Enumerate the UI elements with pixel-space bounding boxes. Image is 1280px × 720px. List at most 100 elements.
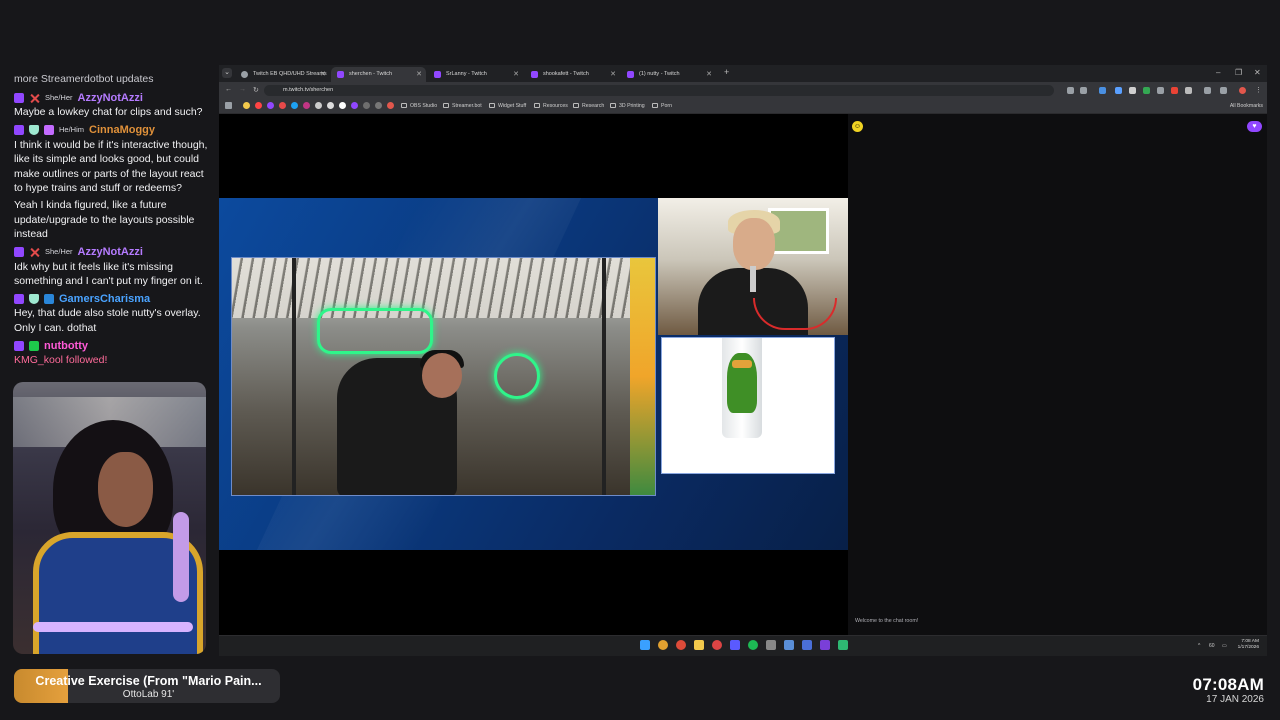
- bookmark-favicon-icon[interactable]: [255, 102, 262, 109]
- back-arrow-icon[interactable]: ←: [225, 86, 232, 93]
- extension-icon[interactable]: [1185, 87, 1192, 94]
- tab-twitch-eb-streams[interactable]: Twitch EB QHD/UHD Streams ✕: [235, 67, 330, 82]
- url-text: m.twitch.tv/sherchen: [283, 87, 334, 93]
- stream-video-player[interactable]: [219, 114, 848, 635]
- app-icon[interactable]: [820, 640, 830, 650]
- twitch-icon: [627, 71, 634, 78]
- twitch-badge-icon: [14, 247, 24, 258]
- bookmark-favicon-icon[interactable]: [267, 102, 274, 109]
- close-icon[interactable]: ✕: [513, 67, 519, 82]
- extension-icon[interactable]: [1143, 87, 1150, 94]
- streamer-webcam: [13, 382, 206, 654]
- neon-sign: [494, 353, 540, 399]
- url-input[interactable]: m.twitch.tv/sherchen: [264, 85, 1054, 96]
- close-icon[interactable]: ✕: [320, 67, 326, 82]
- bookmark-folder-resources[interactable]: Resources: [534, 99, 568, 113]
- pronoun-tag: She/Her: [45, 92, 73, 102]
- app-icon[interactable]: [766, 640, 776, 650]
- tab-srlanny[interactable]: SrLanny - Twitch ✕: [428, 67, 523, 82]
- bookmark-favicon-icon[interactable]: [315, 102, 322, 109]
- cast-icon[interactable]: [1067, 87, 1074, 94]
- address-toolbar: ← → ↻ m.twitch.tv/sherchen ⋮: [219, 82, 1267, 99]
- shield-badge-icon: [29, 293, 39, 304]
- globe-icon: [241, 71, 248, 78]
- chat-message: She/Her AzzyNotAzzi Maybe a lowkey chat …: [14, 90, 214, 119]
- minimize-button[interactable]: –: [1216, 68, 1220, 77]
- spotify-icon[interactable]: [748, 640, 758, 650]
- neon-sign: [317, 308, 433, 354]
- gift-badge-icon: [44, 125, 54, 136]
- overlay-chat: more Streamerdotbot updates She/Her Azzy…: [14, 72, 214, 371]
- overlay-clock: 07:08AM 17 JAN 2026: [1193, 675, 1264, 705]
- apps-grid-icon[interactable]: [225, 102, 232, 109]
- bookmark-favicon-icon[interactable]: [279, 102, 286, 109]
- app-icon[interactable]: [838, 640, 848, 650]
- taskbar-date: 1/17/2026: [1237, 645, 1259, 650]
- bookmark-star-icon[interactable]: [243, 102, 250, 109]
- bookmark-favicon-icon[interactable]: [327, 102, 334, 109]
- windows-start-icon[interactable]: [640, 640, 650, 650]
- app-icon[interactable]: [730, 640, 740, 650]
- bookmark-folder-porn[interactable]: Porn: [652, 99, 672, 113]
- volume-level[interactable]: 60: [1209, 636, 1215, 656]
- bookmark-favicon-icon[interactable]: [351, 102, 358, 109]
- file-explorer-icon[interactable]: [694, 640, 704, 650]
- close-icon[interactable]: ✕: [706, 67, 712, 82]
- tab-search-button[interactable]: ⌄: [222, 68, 232, 78]
- chat-message: She/Her AzzyNotAzzi Idk why but it feels…: [14, 245, 214, 289]
- extension-icon[interactable]: [1171, 87, 1178, 94]
- forward-arrow-icon[interactable]: →: [239, 86, 246, 93]
- new-tab-button[interactable]: +: [724, 67, 729, 77]
- chat-header-text: more Streamerdotbot updates: [14, 73, 154, 85]
- reload-icon[interactable]: ↻: [253, 86, 259, 94]
- chrome-icon[interactable]: [658, 640, 668, 650]
- close-icon[interactable]: ✕: [610, 67, 616, 82]
- bookmark-favicon-icon[interactable]: [303, 102, 310, 109]
- bookmark-favicon-icon[interactable]: [339, 102, 346, 109]
- extension-icon[interactable]: [1129, 87, 1136, 94]
- close-icon[interactable]: ✕: [416, 67, 422, 82]
- shield-badge-icon: [29, 125, 39, 136]
- bookmark-favicon-icon[interactable]: [375, 102, 382, 109]
- bookmark-favicon-icon[interactable]: [291, 102, 298, 109]
- bookmark-folder-3d-printing[interactable]: 3D Printing: [610, 99, 645, 113]
- tab-sherchen[interactable]: sherchen - Twitch ✕: [331, 67, 426, 82]
- app-icon[interactable]: [712, 640, 722, 650]
- tab-shookafett[interactable]: shookafett - Twitch ✕: [525, 67, 620, 82]
- chat-username: AzzyNotAzzi: [77, 91, 143, 104]
- chat-message: He/Him CinnaMoggy I think it would be if…: [14, 123, 214, 196]
- now-playing-title: Creative Exercise (From "Mario Pain...: [35, 674, 262, 688]
- bookmark-folder-streamerbot[interactable]: Streamer.bot: [443, 99, 482, 113]
- sidebar-icon[interactable]: [1220, 87, 1227, 94]
- chat-username: AzzyNotAzzi: [77, 245, 143, 258]
- user-icon[interactable]: ☺: [852, 121, 863, 132]
- window-close-button[interactable]: ✕: [1254, 68, 1261, 77]
- menu-kebab-icon[interactable]: ⋮: [1255, 86, 1262, 94]
- bookmark-favicon-icon[interactable]: [387, 102, 394, 109]
- tab-label: sherchen - Twitch: [349, 71, 393, 77]
- bookmark-star-icon[interactable]: [1080, 87, 1087, 94]
- extension-icon[interactable]: [1099, 87, 1106, 94]
- chat-settings-icon[interactable]: ♥: [1247, 121, 1262, 132]
- maximize-button[interactable]: ❐: [1235, 68, 1242, 77]
- tab-nutty[interactable]: (1) nutty - Twitch ✕: [621, 67, 716, 82]
- bookmark-folder-obs-studio[interactable]: OBS Studio: [401, 99, 437, 113]
- network-icon[interactable]: ▭: [1222, 636, 1227, 656]
- extension-icon[interactable]: [1115, 87, 1122, 94]
- tray-chevron-icon[interactable]: ^: [1198, 636, 1200, 656]
- bookmark-folder-widget-stuff[interactable]: Widget Stuff: [489, 99, 526, 113]
- profile-avatar[interactable]: [1239, 87, 1246, 94]
- chat-username: GamersCharisma: [59, 292, 151, 305]
- bookmark-favicon-icon[interactable]: [363, 102, 370, 109]
- chrome-icon[interactable]: [676, 640, 686, 650]
- twitch-badge-icon: [14, 125, 24, 136]
- app-icon[interactable]: [784, 640, 794, 650]
- chat-username: CinnaMoggy: [89, 124, 156, 137]
- all-bookmarks-button[interactable]: All Bookmarks: [1230, 99, 1263, 113]
- taskbar-clock[interactable]: 7:08 AM 1/17/2026: [1238, 639, 1259, 651]
- stream-scene: [219, 198, 848, 550]
- app-icon[interactable]: [802, 640, 812, 650]
- bookmark-folder-research[interactable]: Research: [573, 99, 604, 113]
- extension-icon[interactable]: [1157, 87, 1164, 94]
- extensions-puzzle-icon[interactable]: [1204, 87, 1211, 94]
